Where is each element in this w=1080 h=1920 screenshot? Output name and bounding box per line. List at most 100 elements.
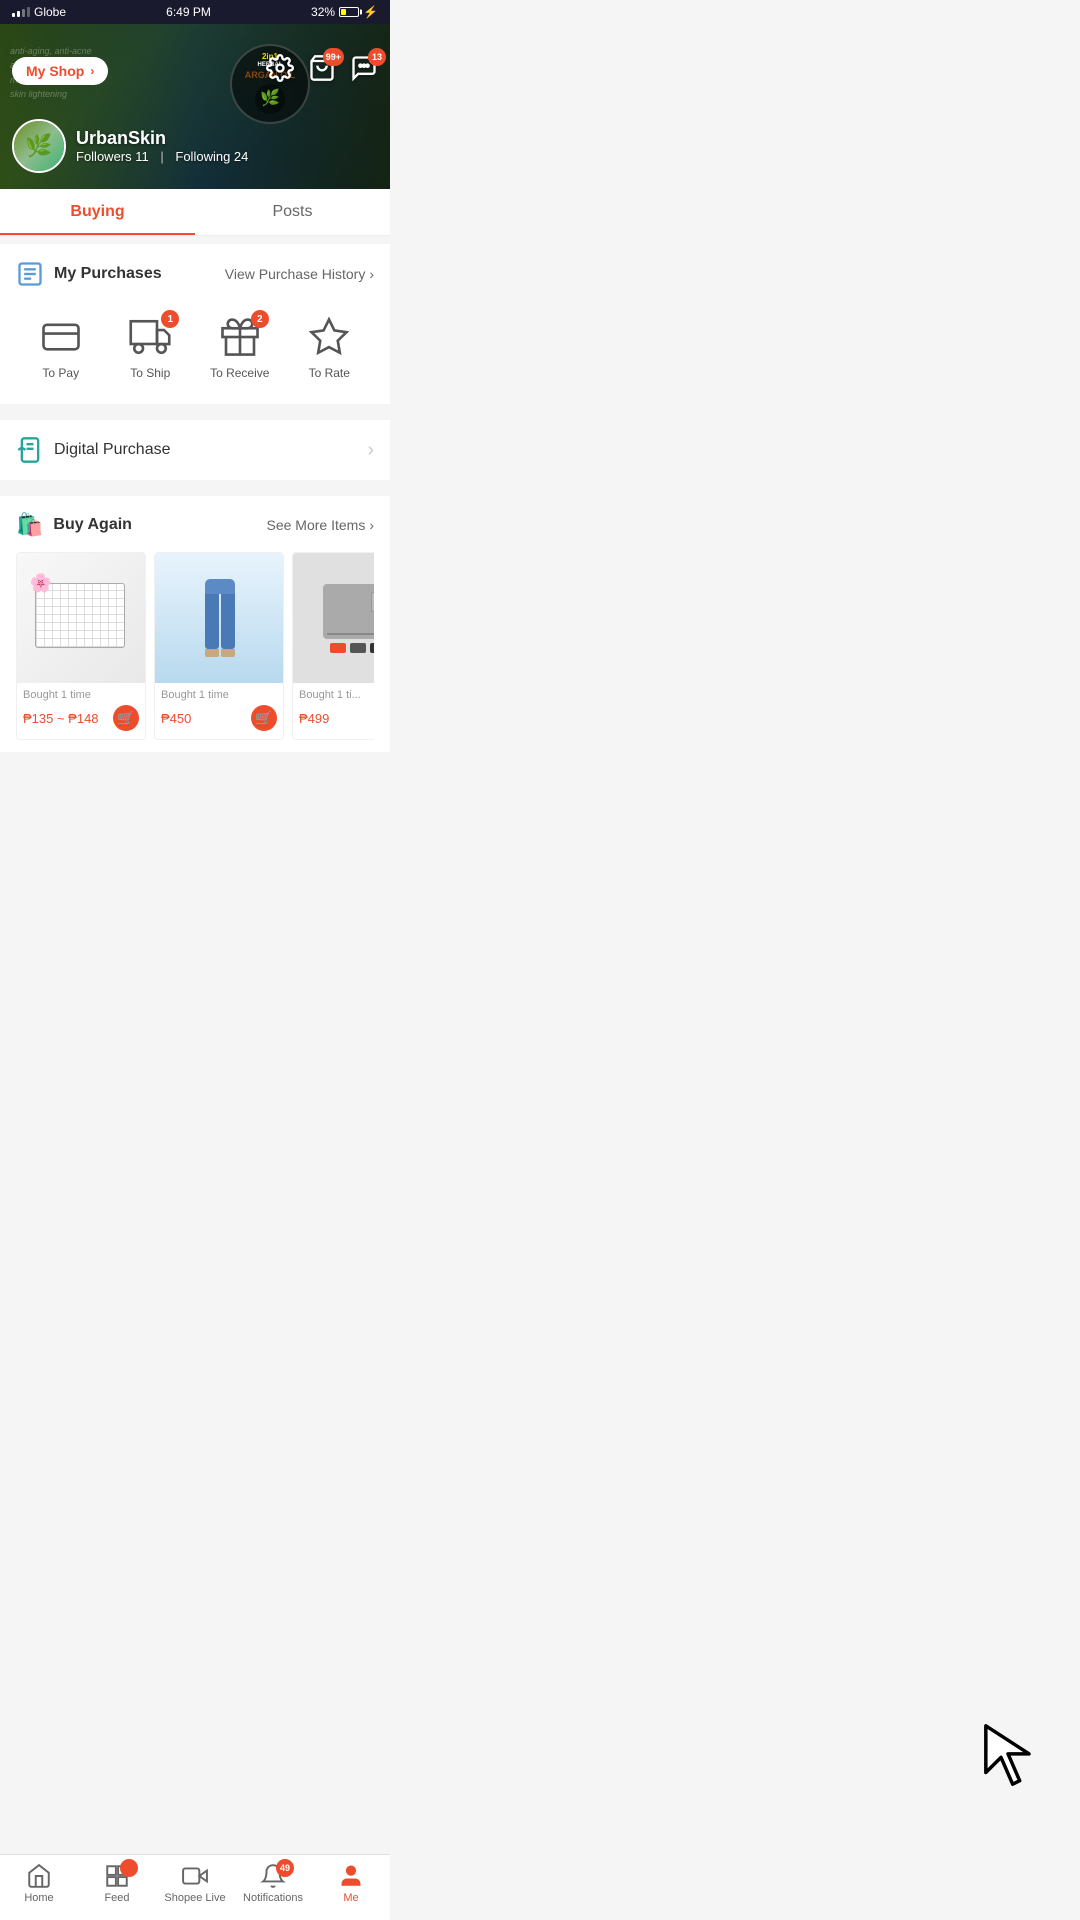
laptop-visual: 🌸 <box>35 583 130 653</box>
bag-visual <box>323 584 374 639</box>
shopee-live-icon <box>182 1863 208 1889</box>
nav-me[interactable]: Me <box>312 1863 390 1904</box>
following-count: 24 <box>234 149 248 164</box>
price-3: ₱499 <box>299 711 329 726</box>
profile-text: UrbanSkin Followers 11 | Following 24 <box>76 128 248 164</box>
to-receive-badge: 2 <box>251 310 269 328</box>
price-2: ₱450 <box>161 711 191 726</box>
home-icon <box>26 1863 52 1889</box>
avatar-inner: 🌿 <box>14 121 64 171</box>
feed-icon-wrap <box>104 1863 130 1889</box>
to-rate-icon-wrap <box>308 316 350 358</box>
see-more-chevron: › <box>369 517 374 533</box>
tab-buying[interactable]: Buying <box>0 189 195 235</box>
profile-username: UrbanSkin <box>76 128 248 149</box>
nav-home-label: Home <box>24 1892 53 1904</box>
cart-icon-wrap[interactable]: 99+ <box>308 54 336 87</box>
buy-again-left: 🛍️ Buy Again <box>16 512 132 538</box>
purchases-header: My Purchases View Purchase History › <box>16 260 374 288</box>
jeans-feet-right <box>221 649 235 657</box>
status-to-receive[interactable]: 2 To Receive <box>195 316 285 380</box>
bought-times-3: Bought 1 ti... <box>299 689 374 701</box>
add-to-cart-1[interactable]: 🛒 <box>113 705 139 731</box>
to-ship-label: To Ship <box>130 366 170 380</box>
cursor-overlay <box>980 1720 1060 1800</box>
product-image-1: 🌸 <box>17 553 146 683</box>
to-ship-icon-wrap: 1 <box>129 316 171 358</box>
nav-me-label: Me <box>343 1892 358 1904</box>
nav-home[interactable]: Home <box>0 1863 78 1904</box>
tab-posts[interactable]: Posts <box>195 189 390 235</box>
see-more-button[interactable]: See More Items › <box>267 517 375 533</box>
product-card-2[interactable]: Bought 1 time ₱450 🛒 <box>154 552 284 740</box>
signal-bars <box>12 7 30 17</box>
nav-shopee-live[interactable]: Shopee Live <box>156 1863 234 1904</box>
see-more-label: See More Items <box>267 517 366 533</box>
jeans-visual <box>205 579 235 657</box>
buy-again-label: Buy Again <box>53 516 132 534</box>
view-history-label: View Purchase History <box>225 266 366 282</box>
bottom-navigation: Home Feed Shopee Live <box>0 1854 390 1920</box>
followers-label: Followers <box>76 149 135 164</box>
to-rate-label: To Rate <box>309 366 350 380</box>
bought-times-1: Bought 1 time <box>23 689 139 701</box>
purchases-section: My Purchases View Purchase History › To … <box>0 244 390 404</box>
add-to-cart-2[interactable]: 🛒 <box>251 705 277 731</box>
product-image-2 <box>155 553 284 683</box>
battery-percent: 32% <box>311 5 335 19</box>
chat-icon-wrap[interactable]: 13 <box>350 54 378 87</box>
to-rate-icon <box>308 316 350 358</box>
product-card-1[interactable]: 🌸 Bought 1 time ₱135 ~ ₱148 🛒 <box>16 552 146 740</box>
top-navigation: My Shop › 99+ <box>0 54 390 87</box>
feed-badge <box>120 1859 138 1877</box>
status-to-pay[interactable]: To Pay <box>16 316 106 380</box>
profile-info: 🌿 UrbanSkin Followers 11 | Following 24 <box>12 119 248 173</box>
following-label: Following <box>175 149 234 164</box>
swatch-red <box>330 643 346 653</box>
nav-notifications[interactable]: 49 Notifications <box>234 1863 312 1904</box>
nav-feed[interactable]: Feed <box>78 1863 156 1904</box>
section-divider-3 <box>0 480 390 488</box>
jeans-feet-left <box>205 649 219 657</box>
purchases-label: My Purchases <box>54 265 162 283</box>
settings-icon-wrap[interactable] <box>266 54 294 87</box>
my-shop-button[interactable]: My Shop › <box>12 57 108 85</box>
buy-again-header: 🛍️ Buy Again See More Items › <box>16 512 374 538</box>
shopee-live-icon-wrap <box>182 1863 208 1889</box>
digital-purchase-label: Digital Purchase <box>54 441 171 459</box>
to-receive-label: To Receive <box>210 366 269 380</box>
product-card-3[interactable]: Bought 1 ti... ₱499 🛒 <box>292 552 374 740</box>
buy-again-section: 🛍️ Buy Again See More Items › 🌸 Bought <box>0 496 390 752</box>
status-bar: Globe 6:49 PM 32% ⚡ <box>0 0 390 24</box>
signal-bar-4 <box>27 7 30 17</box>
notifications-icon-wrap: 49 <box>260 1863 286 1889</box>
section-divider-2 <box>0 404 390 412</box>
status-to-ship[interactable]: 1 To Ship <box>106 316 196 380</box>
to-receive-icon-wrap: 2 <box>219 316 261 358</box>
section-divider-1 <box>0 236 390 244</box>
purchase-statuses: To Pay 1 To Ship <box>16 308 374 388</box>
status-to-rate[interactable]: To Rate <box>285 316 375 380</box>
digital-purchase-left: Digital Purchase <box>16 436 171 464</box>
price-row-2: ₱450 🛒 <box>161 705 277 731</box>
flower-deco: 🌸 <box>30 573 52 594</box>
stat-divider: | <box>160 149 163 164</box>
purchases-title: My Purchases <box>16 260 162 288</box>
battery-icon <box>339 7 359 17</box>
bag-icon: 🛍️ <box>16 512 43 538</box>
price-row-1: ₱135 ~ ₱148 🛒 <box>23 705 139 731</box>
me-icon-wrap <box>338 1863 364 1889</box>
product-image-3 <box>293 553 374 683</box>
jeans-feet <box>205 649 235 657</box>
price-1: ₱135 ~ ₱148 <box>23 711 99 726</box>
products-scroll: 🌸 Bought 1 time ₱135 ~ ₱148 🛒 <box>16 552 374 740</box>
grid-laptop: 🌸 <box>17 553 146 683</box>
chat-badge: 13 <box>368 48 386 66</box>
view-history-button[interactable]: View Purchase History › <box>225 266 374 282</box>
signal-bar-3 <box>22 9 25 17</box>
me-icon <box>338 1863 364 1889</box>
avatar[interactable]: 🌿 <box>12 119 66 173</box>
digital-purchase-section[interactable]: Digital Purchase › <box>0 420 390 480</box>
signal-bar-2 <box>17 11 20 17</box>
my-shop-label: My Shop <box>26 63 84 79</box>
